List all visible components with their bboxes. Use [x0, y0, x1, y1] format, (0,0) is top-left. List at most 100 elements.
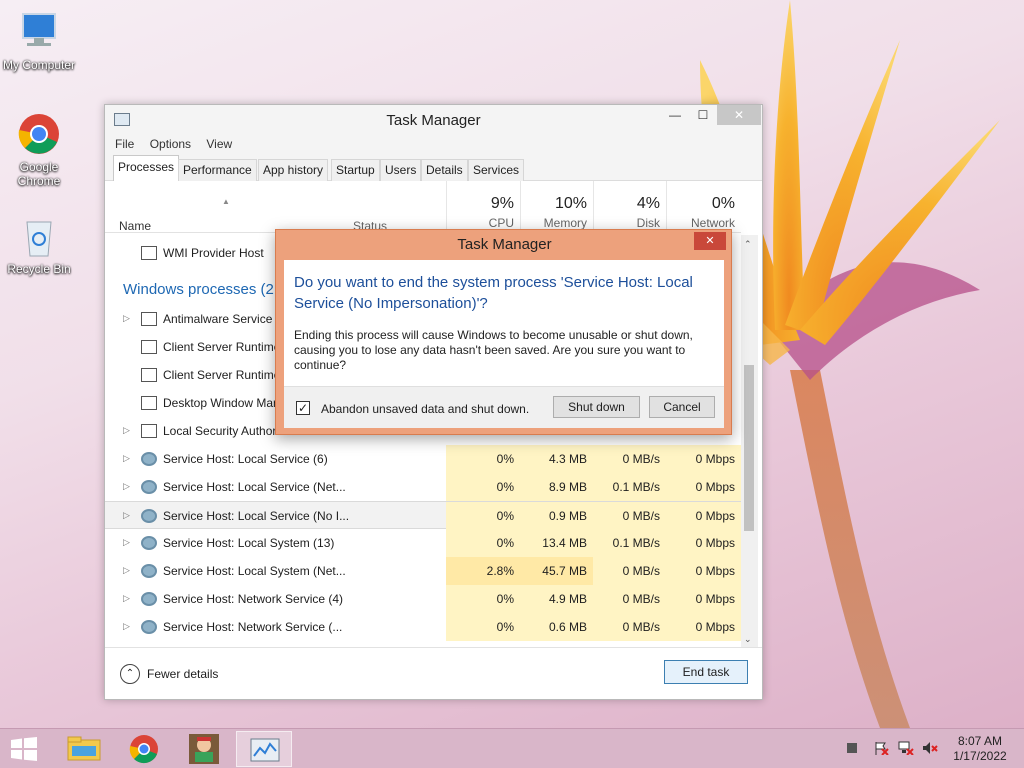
taskbar-chrome[interactable] [116, 731, 172, 767]
cpu-total: 9% [490, 195, 514, 212]
memory-label: Memory [543, 216, 587, 230]
taskbar-game-app[interactable] [176, 731, 232, 767]
start-button[interactable] [10, 737, 38, 761]
scroll-up-icon[interactable]: ⌃ [744, 239, 752, 250]
table-row[interactable]: ▷ Service Host: Local Service (Net... 0%… [105, 473, 741, 501]
column-name[interactable]: Name [119, 219, 151, 233]
end-process-dialog: Task Manager ✕ Do you want to end the sy… [275, 229, 732, 435]
gear-icon [141, 480, 157, 494]
tab-app-history[interactable]: App history [258, 159, 329, 181]
flag-icon [875, 742, 889, 756]
process-icon [141, 424, 157, 438]
network-status-icon [898, 741, 914, 756]
tab-processes[interactable]: Processes [113, 155, 180, 181]
desktop-icon-google-chrome[interactable]: Google Chrome [0, 112, 79, 188]
tab-details[interactable]: Details [421, 159, 468, 181]
show-desktop-icon[interactable] [845, 741, 859, 755]
network-value: 0 Mbps [666, 445, 741, 473]
tab-users[interactable]: Users [380, 159, 422, 181]
table-row-selected[interactable]: ▷ Service Host: Local Service (No I... 0… [105, 501, 741, 530]
column-network[interactable]: 0% Network [666, 181, 741, 233]
expand-icon[interactable]: ▷ [123, 481, 130, 492]
dialog-question: Do you want to end the system process 'S… [294, 274, 693, 312]
folder-icon [67, 736, 101, 761]
process-name: Client Server Runtime [163, 368, 281, 382]
network-value: 0 Mbps [666, 473, 741, 501]
dialog-message: Ending this process will cause Windows t… [294, 328, 693, 372]
taskbar-clock[interactable]: 8:07 AM 1/17/2022 [944, 734, 1016, 764]
group-header-windows-processes: Windows processes (2 [123, 281, 274, 298]
chevron-up-icon[interactable]: ⌃ [120, 664, 140, 684]
title-bar[interactable]: Task Manager — ☐ ✕ [105, 105, 762, 133]
desktop-icon-label: Google Chrome [17, 160, 61, 188]
scroll-down-icon[interactable]: ⌄ [744, 634, 752, 645]
table-row[interactable]: ▷ Service Host: Local System (13) 0% 13.… [105, 529, 741, 557]
expand-icon[interactable]: ▷ [123, 425, 130, 436]
column-disk[interactable]: 4% Disk [593, 181, 666, 233]
tab-bar: Processes Performance App history Startu… [105, 155, 762, 181]
dialog-close-button[interactable]: ✕ [694, 232, 726, 250]
table-row[interactable]: ▷ Service Host: Local Service (6) 0% 4.3… [105, 445, 741, 473]
expand-icon[interactable]: ▷ [123, 621, 130, 632]
expand-icon[interactable]: ▷ [123, 453, 130, 464]
desktop-icon-recycle-bin[interactable]: Recycle Bin [0, 214, 79, 276]
scroll-thumb[interactable] [744, 365, 754, 531]
cancel-button[interactable]: Cancel [649, 396, 715, 418]
menu-file[interactable]: File [115, 133, 134, 155]
process-name: Client Server Runtime [163, 340, 281, 354]
taskbar-task-manager[interactable] [236, 731, 292, 767]
volume-icon[interactable] [922, 741, 938, 755]
network-icon[interactable] [898, 741, 914, 756]
abandon-data-checkbox[interactable]: ✓ [296, 401, 310, 415]
cpu-value: 0% [446, 529, 520, 557]
desktop-icon-my-computer[interactable]: My Computer [0, 10, 79, 72]
computer-icon [17, 10, 61, 54]
tab-services[interactable]: Services [468, 159, 525, 181]
close-button[interactable]: ✕ [717, 105, 761, 125]
cpu-value: 2.8% [446, 557, 520, 585]
expand-icon[interactable]: ▷ [123, 593, 130, 604]
fewer-details-link[interactable]: Fewer details [147, 667, 218, 681]
cpu-value: 0% [446, 473, 520, 501]
table-row[interactable]: ▷ Service Host: Network Service (... 0% … [105, 613, 741, 641]
footer-bar: ⌃ Fewer details End task [105, 647, 762, 699]
desktop-icon-label: My Computer [2, 58, 76, 72]
memory-value: 0.6 MB [520, 613, 593, 641]
menu-options[interactable]: Options [150, 133, 191, 155]
tab-startup[interactable]: Startup [331, 159, 380, 181]
menu-view[interactable]: View [206, 133, 232, 155]
expand-icon[interactable]: ▷ [123, 313, 130, 324]
checkbox-label[interactable]: Abandon unsaved data and shut down. [321, 402, 529, 416]
network-value: 0 Mbps [666, 585, 741, 613]
gear-icon [141, 564, 157, 578]
gear-icon [141, 592, 157, 606]
taskbar-file-explorer[interactable] [56, 731, 112, 767]
table-row[interactable]: ▷ Service Host: Network Service (4) 0% 4… [105, 585, 741, 613]
shut-down-button[interactable]: Shut down [553, 396, 640, 418]
memory-value: 45.7 MB [520, 557, 593, 585]
column-cpu[interactable]: 9% CPU [446, 181, 520, 233]
vertical-scrollbar[interactable]: ⌃ ⌄ [741, 235, 758, 649]
disk-value: 0 MB/s [593, 445, 666, 473]
process-icon [141, 340, 157, 354]
minimize-button[interactable]: — [661, 105, 689, 125]
expand-icon[interactable]: ▷ [123, 537, 130, 548]
disk-value: 0.1 MB/s [593, 473, 666, 501]
column-memory[interactable]: 10% Memory [520, 181, 593, 233]
table-row[interactable]: ▷ Service Host: Local System (Net... 2.8… [105, 557, 741, 585]
action-center-icon[interactable] [874, 741, 889, 756]
tab-performance[interactable]: Performance [178, 159, 257, 181]
process-name: Service Host: Local Service (6) [163, 452, 328, 466]
maximize-button[interactable]: ☐ [689, 105, 717, 125]
process-icon [141, 312, 157, 326]
network-value: 0 Mbps [666, 529, 741, 557]
process-name: Local Security Authori [163, 424, 280, 438]
menu-bar: File Options View [105, 133, 762, 155]
expand-icon[interactable]: ▷ [123, 510, 130, 521]
end-task-button[interactable]: End task [664, 660, 748, 684]
disk-value: 0 MB/s [593, 502, 666, 530]
windows-logo-icon [11, 737, 37, 761]
expand-icon[interactable]: ▷ [123, 565, 130, 576]
desktop-icon-label: Recycle Bin [7, 262, 71, 276]
network-value: 0 Mbps [666, 557, 741, 585]
